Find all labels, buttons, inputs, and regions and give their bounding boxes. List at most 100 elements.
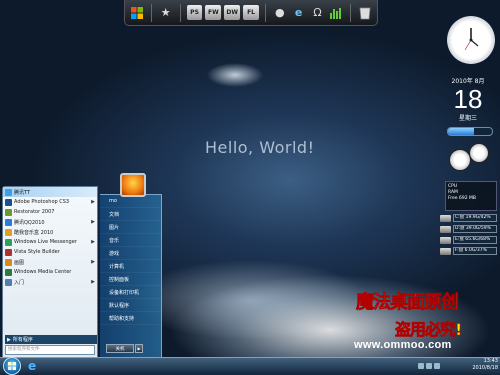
- submenu-arrow-icon: ▶: [91, 219, 95, 225]
- places-item[interactable]: 图片: [100, 221, 161, 234]
- drive-usage: D:盘 39.0G/59%: [453, 225, 497, 233]
- program-label: 腾讯TT: [14, 189, 31, 196]
- headphones-icon[interactable]: Ω: [310, 5, 326, 21]
- top-dock: ★ PS FW DW FL ● e Ω: [124, 0, 378, 26]
- dock-separator: [179, 3, 181, 22]
- user-avatar[interactable]: [120, 173, 146, 197]
- dock-separator: [264, 3, 266, 22]
- fireworks-icon[interactable]: FW: [205, 5, 222, 20]
- analog-clock-gadget[interactable]: [447, 16, 495, 64]
- places-item[interactable]: 设备和打印机: [100, 286, 161, 299]
- equalizer-icon[interactable]: [328, 5, 344, 21]
- triangle-right-icon: ▶: [7, 336, 11, 343]
- program-label: 入门: [14, 279, 25, 286]
- system-stats-gadget: CPU RAM Free 692 MB: [445, 181, 497, 211]
- program-label: 腾讯QQ2010: [14, 219, 45, 226]
- program-list: 腾讯TT Adobe Photoshop CS3 ▶ Restorator 2007 腾…: [3, 187, 97, 287]
- dreamweaver-icon[interactable]: DW: [224, 5, 241, 20]
- drive-usage: E:盘 65.6G/68%: [453, 236, 497, 244]
- start-menu-places-pane: mo 文档 图片 音乐 游戏 计算机 控制面板 设备和打印机 默认程序 帮助和支持: [100, 194, 162, 358]
- submenu-arrow-icon: ▶: [91, 259, 95, 265]
- places-item[interactable]: 控制面板: [100, 273, 161, 286]
- hard-drive-icon: [440, 247, 451, 255]
- start-menu: 腾讯TT Adobe Photoshop CS3 ▶ Restorator 2007 腾…: [2, 173, 162, 358]
- hard-drive-icon: [440, 236, 451, 244]
- photoshop-icon[interactable]: PS: [186, 5, 203, 20]
- star-icon[interactable]: ★: [158, 5, 174, 21]
- taskbar-clock-time[interactable]: 13:43: [470, 358, 498, 364]
- free-label: Free: [448, 196, 458, 201]
- program-item[interactable]: 入门 ▶: [3, 277, 97, 287]
- drive-item: C:盘 19.9G/42%: [440, 213, 497, 223]
- program-item[interactable]: 酷我音乐盒 2010: [3, 227, 97, 237]
- program-icon: [5, 278, 12, 286]
- program-label: 画图: [14, 259, 25, 266]
- all-programs-button[interactable]: ▶ 所有程序: [5, 335, 97, 344]
- places-list: mo 文档 图片 音乐 游戏 计算机 控制面板 设备和打印机 默认程序 帮助和支持: [100, 195, 161, 325]
- program-label: 酷我音乐盒 2010: [14, 229, 54, 236]
- calendar-gadget[interactable]: 2010年 8月 18 星期三: [440, 76, 496, 126]
- all-programs-label: 所有程序: [12, 337, 33, 343]
- taskbar-clock-date[interactable]: 2010/8/18: [466, 365, 498, 371]
- hard-drive-icon: [440, 225, 451, 233]
- cpu-meter-gadget[interactable]: [449, 143, 495, 177]
- drive-item: F:盘 6.0G/37%: [440, 246, 497, 256]
- places-item[interactable]: 游戏: [100, 247, 161, 260]
- memory-gauge: [469, 143, 489, 163]
- hello-world-text: Hello, World!: [205, 138, 315, 157]
- progress-fill: [448, 128, 475, 135]
- chat-bubble-icon[interactable]: ●: [272, 5, 288, 21]
- places-item[interactable]: 文档: [100, 208, 161, 221]
- program-item[interactable]: Vista Style Builder: [3, 247, 97, 257]
- drive-item: D:盘 39.0G/59%: [440, 224, 497, 234]
- hard-drive-icon: [440, 214, 451, 222]
- program-item[interactable]: 画图 ▶: [3, 257, 97, 267]
- calendar-weekday: 星期三: [458, 115, 477, 122]
- places-item[interactable]: 音乐: [100, 234, 161, 247]
- watermark-subtitle: 盗用必究!: [395, 320, 463, 340]
- program-icon: [5, 268, 12, 276]
- flash-icon[interactable]: FL: [243, 5, 259, 20]
- start-button[interactable]: [3, 357, 21, 375]
- calendar-day: 18: [453, 84, 483, 114]
- program-item[interactable]: Windows Media Center: [3, 267, 97, 277]
- places-item[interactable]: 帮助和支持: [100, 312, 161, 325]
- recycle-bin-icon[interactable]: [357, 5, 373, 21]
- program-icon: [5, 208, 12, 216]
- submenu-arrow-icon: ▶: [91, 239, 95, 245]
- internet-explorer-taskbar-icon[interactable]: e: [28, 359, 42, 373]
- drive-item: E:盘 65.6G/68%: [440, 235, 497, 245]
- start-search-input[interactable]: 搜索程序和文件: [5, 345, 95, 355]
- submenu-arrow-icon: ▶: [91, 199, 95, 205]
- cpu-label: CPU: [448, 184, 458, 189]
- program-item[interactable]: 腾讯TT: [3, 187, 97, 197]
- program-label: Vista Style Builder: [14, 249, 60, 255]
- program-label: Windows Live Messenger: [14, 239, 77, 245]
- shutdown-options-button[interactable]: ▶: [135, 344, 143, 353]
- drive-usage: F:盘 6.0G/37%: [453, 247, 497, 255]
- program-icon: [5, 198, 12, 206]
- watermark-url: www.ommoo.com: [354, 339, 452, 351]
- places-item[interactable]: 默认程序: [100, 299, 161, 312]
- watermark-title: 魔法桌面原创: [356, 292, 460, 314]
- program-icon: [5, 218, 12, 226]
- internet-explorer-icon[interactable]: e: [291, 5, 307, 21]
- progress-gadget: [447, 127, 493, 136]
- program-icon: [5, 238, 12, 246]
- windows-logo-icon[interactable]: [129, 5, 145, 21]
- network-icon[interactable]: [426, 363, 432, 369]
- tray-icon[interactable]: [418, 363, 424, 369]
- drive-monitor-gadget: C:盘 19.9G/42% D:盘 39.0G/59% E:盘 65.6G/68…: [440, 213, 497, 257]
- volume-icon[interactable]: [434, 363, 440, 369]
- program-item[interactable]: Restorator 2007: [3, 207, 97, 217]
- submenu-arrow-icon: ▶: [91, 279, 95, 285]
- program-label: Adobe Photoshop CS3: [14, 199, 70, 205]
- places-item[interactable]: 计算机: [100, 260, 161, 273]
- program-item[interactable]: Adobe Photoshop CS3 ▶: [3, 197, 97, 207]
- program-item[interactable]: Windows Live Messenger ▶: [3, 237, 97, 247]
- program-label: Restorator 2007: [14, 209, 55, 215]
- drive-usage: C:盘 19.9G/42%: [453, 214, 497, 222]
- free-value: 692 MB: [459, 196, 476, 201]
- program-item[interactable]: 腾讯QQ2010 ▶: [3, 217, 97, 227]
- shutdown-button[interactable]: 关机: [106, 344, 134, 353]
